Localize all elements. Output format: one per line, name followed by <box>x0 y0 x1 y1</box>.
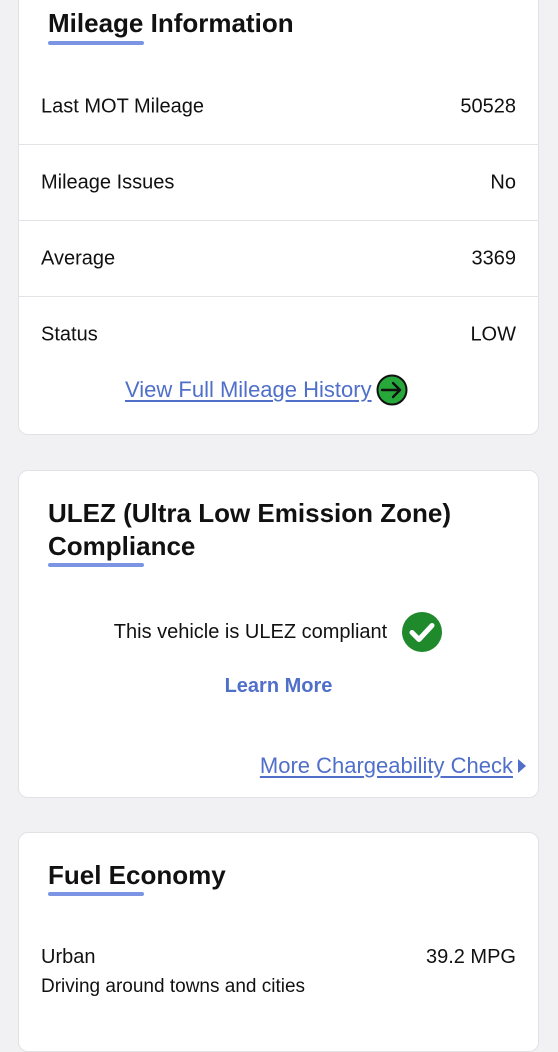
ulez-title-line1: ULEZ (Ultra Low Emission Zone) <box>48 498 452 528</box>
mileage-row-status: Status LOW <box>19 297 538 373</box>
mileage-row-last-mot: Last MOT Mileage 50528 <box>19 69 538 145</box>
more-chargeability-check-link[interactable]: More Chargeability Check <box>260 753 526 779</box>
check-circle-icon <box>402 612 443 652</box>
mileage-card: Mileage Information Last MOT Mileage 505… <box>18 0 539 435</box>
fuel-row-label: Urban <box>41 946 96 968</box>
ulez-status-text: This vehicle is ULEZ compliant <box>113 620 388 643</box>
ulez-card: ULEZ (Ultra Low Emission Zone) Complianc… <box>18 470 539 798</box>
view-mileage-history-label[interactable]: View Full Mileage History <box>125 377 372 403</box>
row-value: 3369 <box>471 247 517 269</box>
fuel-row-value: 39.2 MPG <box>425 946 516 968</box>
row-value: No <box>490 171 516 193</box>
fuel-economy-title: Fuel Economy <box>48 860 226 890</box>
row-label: Status <box>41 323 98 346</box>
fuel-economy-card: Fuel Economy Urban 39.2 MPG Driving arou… <box>18 832 539 1052</box>
fuel-economy-title-underline <box>48 892 144 896</box>
mileage-row-issues: Mileage Issues No <box>19 145 538 221</box>
arrow-right-circle-icon[interactable] <box>376 374 408 406</box>
ulez-status: This vehicle is ULEZ compliant <box>19 611 538 653</box>
row-value: 50528 <box>460 95 516 117</box>
row-value: LOW <box>470 323 516 346</box>
learn-more-link[interactable]: Learn More <box>19 675 538 698</box>
mileage-title-underline <box>48 41 144 45</box>
row-label: Last MOT Mileage <box>41 95 205 117</box>
fuel-row-description: Driving around towns and cities <box>41 976 306 997</box>
mileage-row-average: Average 3369 <box>19 221 538 297</box>
view-mileage-history-link[interactable]: View Full Mileage History <box>125 374 408 406</box>
row-label: Average <box>41 247 116 269</box>
caret-right-icon[interactable] <box>518 759 526 773</box>
more-chargeability-check-label[interactable]: More Chargeability Check <box>260 753 513 779</box>
ulez-title-line2: Compliance <box>48 531 196 561</box>
mileage-title: Mileage Information <box>48 8 294 38</box>
ulez-title-underline <box>48 563 144 567</box>
row-label: Mileage Issues <box>41 171 175 193</box>
